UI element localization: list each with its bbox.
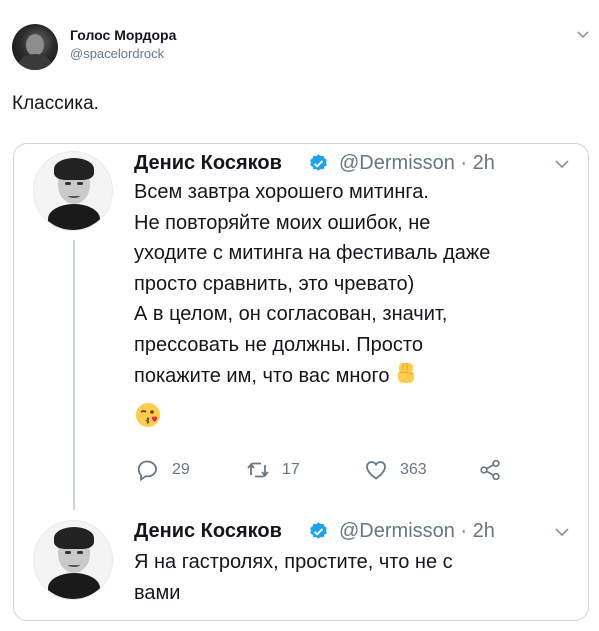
tweet-1-line: Не повторяйте моих ошибок, не [134,211,431,234]
chevron-down-icon[interactable] [575,29,591,41]
verified-badge-icon [310,154,327,171]
tweet-2-author-avatar[interactable] [33,520,113,600]
raised-fist-emoji-icon [398,363,415,383]
like-button[interactable]: 363 [364,457,427,483]
avatar-eye [77,551,83,554]
tweet-1-line-with-emoji: покажите им, что вас много [134,360,574,392]
tweet-2-line: Я на гастролях, простите, что не с [134,551,453,573]
reply-count: 29 [172,461,190,478]
chevron-down-icon[interactable] [553,526,571,538]
retweet-button[interactable]: 17 [246,457,300,483]
avatar-face [26,34,44,56]
share-icon [480,459,500,481]
avatar-shirt [48,573,100,599]
retweet-icon [247,462,269,478]
tweet-1-line: покажите им, что вас много [134,365,390,387]
tweet-1-line: прессовать не должны. Просто [134,333,423,356]
avatar-body [18,54,52,70]
verified-badge-icon [310,522,327,539]
avatar-mouth [68,194,80,198]
avatar-eye [65,182,71,185]
thread-connector-line [73,240,75,510]
outer-author-avatar[interactable] [12,24,58,70]
retweet-count: 17 [282,461,300,478]
avatar-hair [54,158,94,180]
tweet-2-handle-time[interactable]: @Dermisson · 2h [339,520,495,543]
tweet-1-handle-time[interactable]: @Dermisson · 2h [339,152,495,175]
like-count: 363 [400,461,427,478]
outer-author-handle[interactable]: @spacelordrock [70,46,164,61]
reply-button[interactable]: 29 [136,457,190,483]
tweet-1-line: А в целом, он согласован, значит, [134,303,448,325]
kissing-wink-emoji-icon [136,403,160,427]
chevron-down-icon[interactable] [553,158,571,170]
avatar-eye [77,182,83,185]
tweet-2-line: вами [134,581,181,604]
tweet-1-author-avatar[interactable] [33,151,113,231]
tweet-1-line: просто сравнить, это чревато) [134,272,415,295]
tweet-1-line: уходите с митинга на фестиваль даже [134,242,491,264]
avatar-eye [65,551,71,554]
avatar-mouth [68,563,80,567]
outer-author-name[interactable]: Голос Мордора [70,27,176,43]
heart-icon [366,461,386,480]
outer-tweet-text: Классика. [12,93,99,114]
share-button[interactable] [478,457,502,483]
avatar-hair [54,527,94,549]
avatar-shirt [48,204,100,230]
reply-icon [137,460,157,482]
tweet-1-text: Всем завтра хорошего митинга. Не повторя… [134,177,574,392]
tweet-1-line: Всем завтра хорошего митинга. [134,181,429,203]
tweet-1-author-name[interactable]: Денис Косяков [134,152,282,175]
tweet-2-text: Я на гастролях, простите, что не с вами [134,547,574,608]
tweet-2-author-name[interactable]: Денис Косяков [134,520,282,543]
